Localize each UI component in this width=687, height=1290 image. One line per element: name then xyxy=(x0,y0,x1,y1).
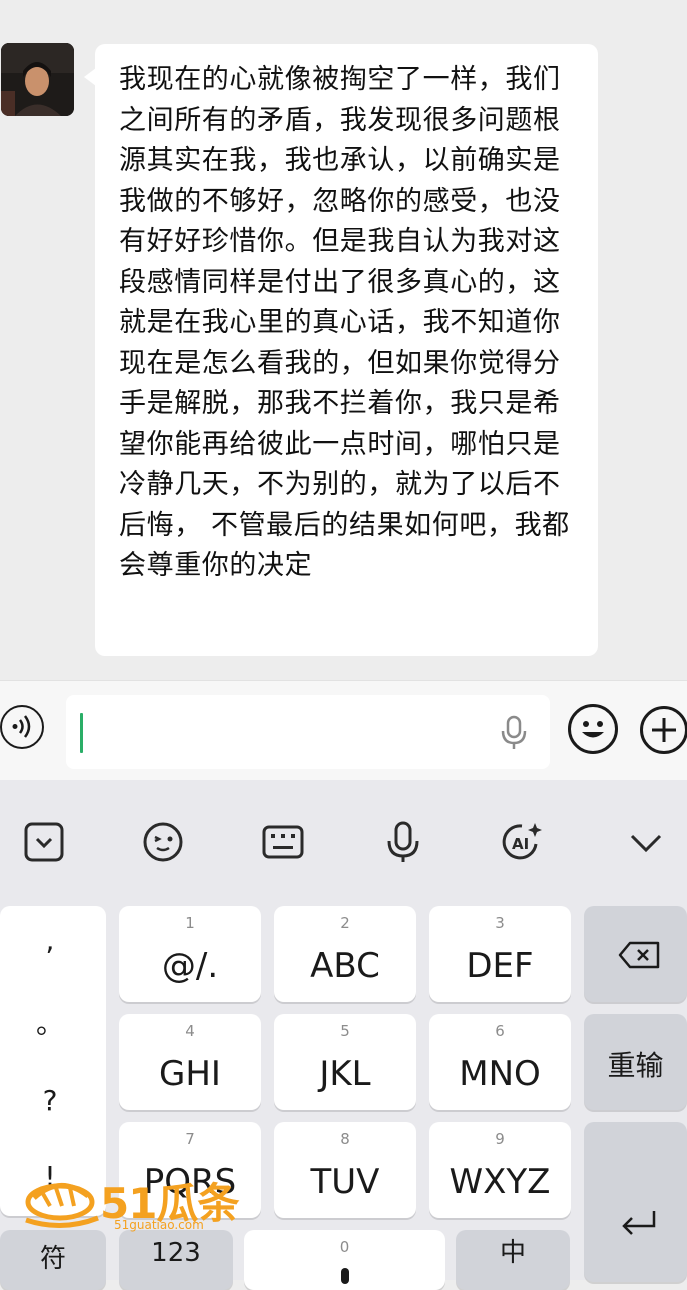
mic-icon[interactable] xyxy=(500,715,528,751)
backspace-key[interactable] xyxy=(584,906,687,1002)
chevron-down-icon[interactable] xyxy=(624,820,668,864)
keyboard-layout-icon[interactable] xyxy=(261,820,305,864)
emoji-face-icon[interactable] xyxy=(141,820,185,864)
chat-area: 我现在的心就像被掏空了一样，我们之间所有的矛盾，我发现很多问题根源其实在我，我也… xyxy=(0,0,687,680)
message-input[interactable] xyxy=(66,695,550,769)
message-bubble[interactable]: 我现在的心就像被掏空了一样，我们之间所有的矛盾，我发现很多问题根源其实在我，我也… xyxy=(84,44,598,656)
key-3[interactable]: 3 DEF xyxy=(429,906,571,1002)
enter-icon xyxy=(622,1211,656,1235)
more-options-button[interactable] xyxy=(640,706,687,754)
key-5[interactable]: 5 JKL xyxy=(274,1014,416,1110)
mic-small-icon xyxy=(341,1268,349,1284)
punct-comma[interactable]: , xyxy=(0,924,100,957)
keyboard-collapse-icon[interactable] xyxy=(22,820,66,864)
key-6[interactable]: 6 MNO xyxy=(429,1014,571,1110)
message-text: 我现在的心就像被掏空了一样，我们之间所有的矛盾，我发现很多问题根源其实在我，我也… xyxy=(119,64,570,581)
backspace-icon xyxy=(618,941,660,969)
watermark-icon xyxy=(25,1183,99,1229)
emoji-button[interactable] xyxy=(568,704,618,754)
key-8[interactable]: 8 TUV xyxy=(274,1122,416,1218)
keyboard-toolbar: AI xyxy=(0,780,687,892)
plus-icon xyxy=(652,718,676,742)
retype-key[interactable]: 重输 xyxy=(584,1014,687,1110)
contact-avatar[interactable] xyxy=(1,43,74,116)
key-4[interactable]: 4 GHI xyxy=(119,1014,261,1110)
key-1[interactable]: 1 @/. xyxy=(119,906,261,1002)
svg-text:AI: AI xyxy=(512,835,529,853)
smiley-icon xyxy=(582,721,604,738)
voice-input-icon[interactable] xyxy=(381,820,425,864)
ai-assistant-icon[interactable]: AI xyxy=(500,820,544,864)
enter-key[interactable] xyxy=(584,1122,687,1282)
watermark-logo: 51瓜条 51guatiao.com xyxy=(22,1168,242,1240)
voice-icon xyxy=(12,715,31,738)
text-caret xyxy=(80,713,83,753)
language-key[interactable]: 中 xyxy=(456,1230,570,1290)
space-key[interactable]: 0 xyxy=(244,1230,445,1290)
voice-mode-button[interactable] xyxy=(0,705,44,749)
punct-period[interactable]: 。 xyxy=(0,1002,100,1042)
key-9[interactable]: 9 WXYZ xyxy=(429,1122,571,1218)
watermark-url: 51guatiao.com xyxy=(114,1218,204,1232)
key-2[interactable]: 2 ABC xyxy=(274,906,416,1002)
punct-question[interactable]: ? xyxy=(0,1084,100,1117)
